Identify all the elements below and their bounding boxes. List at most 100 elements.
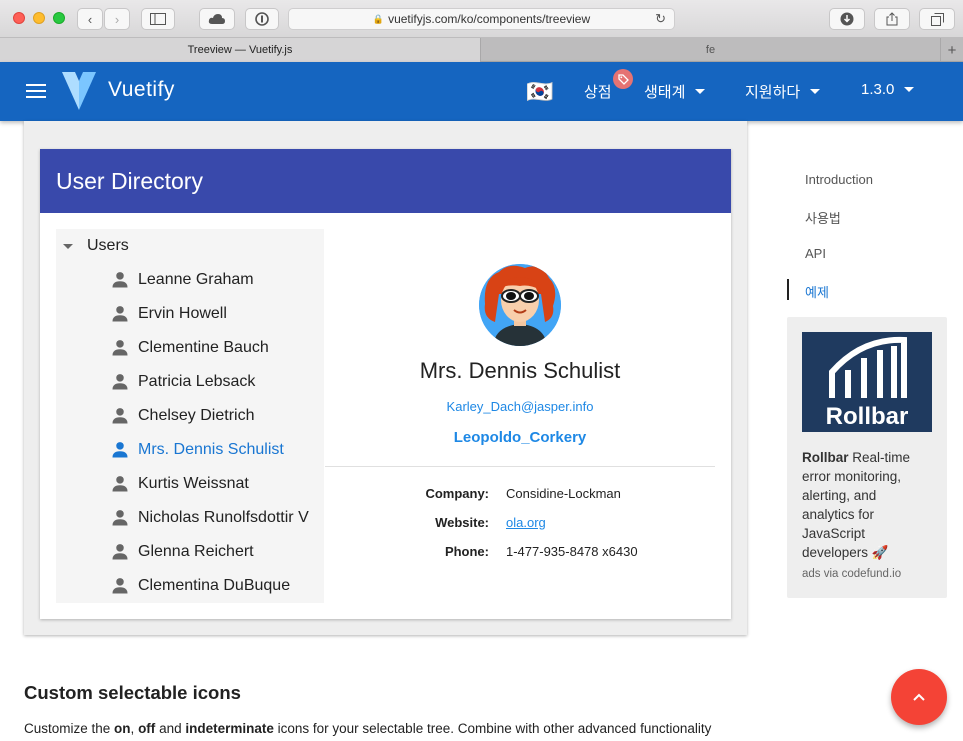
- tree-node-label: Mrs. Dennis Schulist: [138, 441, 284, 458]
- sidebar-toggle-button[interactable]: [141, 8, 175, 30]
- url-text: vuetifyjs.com/ko/components/treeview: [388, 12, 591, 26]
- website-link[interactable]: ola.org: [506, 515, 546, 530]
- caret-down-icon[interactable]: [63, 243, 73, 249]
- onepassword-icon: [255, 12, 269, 26]
- tag-badge-icon: [613, 69, 633, 89]
- toc-item-introduction[interactable]: Introduction: [805, 172, 873, 187]
- section-description: Customize the on, off and indeterminate …: [24, 721, 712, 736]
- new-tab-button[interactable]: +: [940, 38, 963, 62]
- account-icon: [112, 374, 128, 390]
- tabs-icon: [930, 12, 944, 26]
- rollbar-logo-text: Rollbar: [826, 403, 909, 430]
- phone-value: 1-477-935-8478 x6430: [506, 544, 638, 559]
- account-icon: [112, 340, 128, 356]
- account-icon: [112, 544, 128, 560]
- tab-overview-button[interactable]: [919, 8, 955, 30]
- toc-item-examples[interactable]: 예제: [805, 282, 829, 301]
- account-icon: [112, 272, 128, 288]
- maximize-window-button[interactable]: [53, 12, 65, 24]
- chevron-down-icon: [695, 89, 706, 94]
- password-manager-button[interactable]: [245, 8, 279, 30]
- reload-icon[interactable]: ↻: [655, 11, 666, 27]
- website-label: Website:: [435, 515, 489, 530]
- selected-user-email[interactable]: Karley_Dach@jasper.info: [325, 399, 715, 414]
- sidebar-icon: [150, 13, 166, 25]
- ad-brand: Rollbar: [802, 450, 849, 465]
- tree-node-user[interactable]: Patricia Lebsack: [110, 365, 255, 399]
- icloud-tabs-button[interactable]: [199, 8, 235, 30]
- rollbar-logo[interactable]: Rollbar: [802, 332, 932, 432]
- tree-node-user[interactable]: Clementina DuBuque: [110, 569, 290, 603]
- phone-label: Phone:: [444, 544, 489, 559]
- account-icon: [112, 306, 128, 322]
- tree-node-label: Clementina DuBuque: [138, 577, 291, 594]
- tree-node-label: Kurtis Weissnat: [138, 475, 249, 492]
- downloads-button[interactable]: [829, 8, 865, 30]
- back-button[interactable]: ‹: [77, 8, 103, 30]
- language-flag-icon[interactable]: 🇰🇷: [526, 79, 553, 105]
- selected-user-name: Mrs. Dennis Schulist: [419, 358, 621, 383]
- user-avatar: [479, 264, 561, 346]
- account-icon: [112, 408, 128, 424]
- tree-node-label: Patricia Lebsack: [138, 373, 256, 390]
- tree-node-user[interactable]: Ervin Howell: [110, 297, 227, 331]
- tree-node-user[interactable]: Leanne Graham: [110, 263, 254, 297]
- tree-node-user[interactable]: Kurtis Weissnat: [110, 467, 249, 501]
- plus-icon: +: [947, 41, 957, 59]
- tree-node-user[interactable]: Glenna Reichert: [110, 535, 254, 569]
- account-icon: [112, 442, 128, 458]
- close-window-button[interactable]: [13, 12, 25, 24]
- support-label: 지원하다: [745, 84, 801, 101]
- toc-item-usage[interactable]: 사용법: [805, 208, 841, 227]
- chevron-left-icon: ‹: [87, 11, 93, 27]
- tree-node-users[interactable]: Users: [56, 229, 129, 263]
- minimize-window-button[interactable]: [33, 12, 45, 24]
- tab-fe[interactable]: fe: [482, 38, 939, 62]
- selected-user-username[interactable]: Leopoldo_Corkery: [325, 429, 715, 446]
- tree-root-label: Users: [87, 237, 129, 254]
- address-bar[interactable]: 🔒 vuetifyjs.com/ko/components/treeview ↻: [288, 8, 675, 30]
- chevron-up-icon: [913, 693, 925, 701]
- ecosystem-menu[interactable]: 생태계: [644, 81, 706, 102]
- tab-treeview[interactable]: Treeview — Vuetify.js: [0, 38, 481, 62]
- account-icon: [112, 476, 128, 492]
- app-bar: Vuetify 🇰🇷 상점 생태계 지원하다 1.3.0: [0, 62, 963, 121]
- menu-icon[interactable]: [26, 84, 46, 98]
- card-title: User Directory: [40, 149, 731, 213]
- lock-icon: 🔒: [372, 13, 385, 24]
- version-label: 1.3.0: [861, 81, 895, 98]
- scroll-to-top-button[interactable]: [891, 669, 947, 725]
- divider: [325, 466, 715, 467]
- toc-active-indicator: [787, 279, 789, 300]
- tree-node-user[interactable]: Chelsey Dietrich: [110, 399, 254, 433]
- chevron-down-icon: [904, 87, 915, 92]
- toc-item-api[interactable]: API: [805, 246, 826, 261]
- download-icon: [840, 12, 854, 26]
- tree-node-label: Nicholas Runolfsdottir V: [138, 509, 309, 526]
- tree-node-label: Ervin Howell: [138, 305, 227, 322]
- ad-via[interactable]: ads via codefund.io: [802, 568, 901, 580]
- user-treeview: Users Leanne Graham Ervin Howell Clementin…: [56, 229, 324, 603]
- brand-name[interactable]: Vuetify: [108, 78, 175, 102]
- forward-button[interactable]: ›: [104, 8, 130, 30]
- company-value: Considine-Lockman: [506, 486, 621, 501]
- account-icon: [112, 578, 128, 594]
- support-menu[interactable]: 지원하다: [745, 81, 821, 102]
- share-button[interactable]: [874, 8, 910, 30]
- tab-label: fe: [705, 44, 716, 56]
- account-icon: [112, 510, 128, 526]
- share-icon: [886, 12, 898, 26]
- vuetify-logo-icon: [62, 72, 96, 110]
- tree-node-user[interactable]: Clementine Bauch: [110, 331, 269, 365]
- chevron-down-icon: [810, 89, 821, 94]
- browser-toolbar: ‹ › 🔒 vuetifyjs.com/ko/components/treevi…: [0, 0, 963, 38]
- ad-text[interactable]: Rollbar Real-time error monitoring, aler…: [802, 448, 932, 562]
- tree-node-label: Clementine Bauch: [138, 339, 269, 356]
- tree-node-user[interactable]: Mrs. Dennis Schulist: [110, 433, 284, 467]
- tree-node-user[interactable]: Nicholas Runolfsdottir V: [110, 501, 309, 535]
- browser-tab-bar: Treeview — Vuetify.js fe +: [0, 38, 963, 62]
- tree-node-label: Glenna Reichert: [138, 543, 254, 560]
- store-link[interactable]: 상점: [584, 81, 612, 102]
- ad-description: Real-time error monitoring, alerting, an…: [802, 450, 911, 560]
- version-menu[interactable]: 1.3.0: [861, 81, 915, 98]
